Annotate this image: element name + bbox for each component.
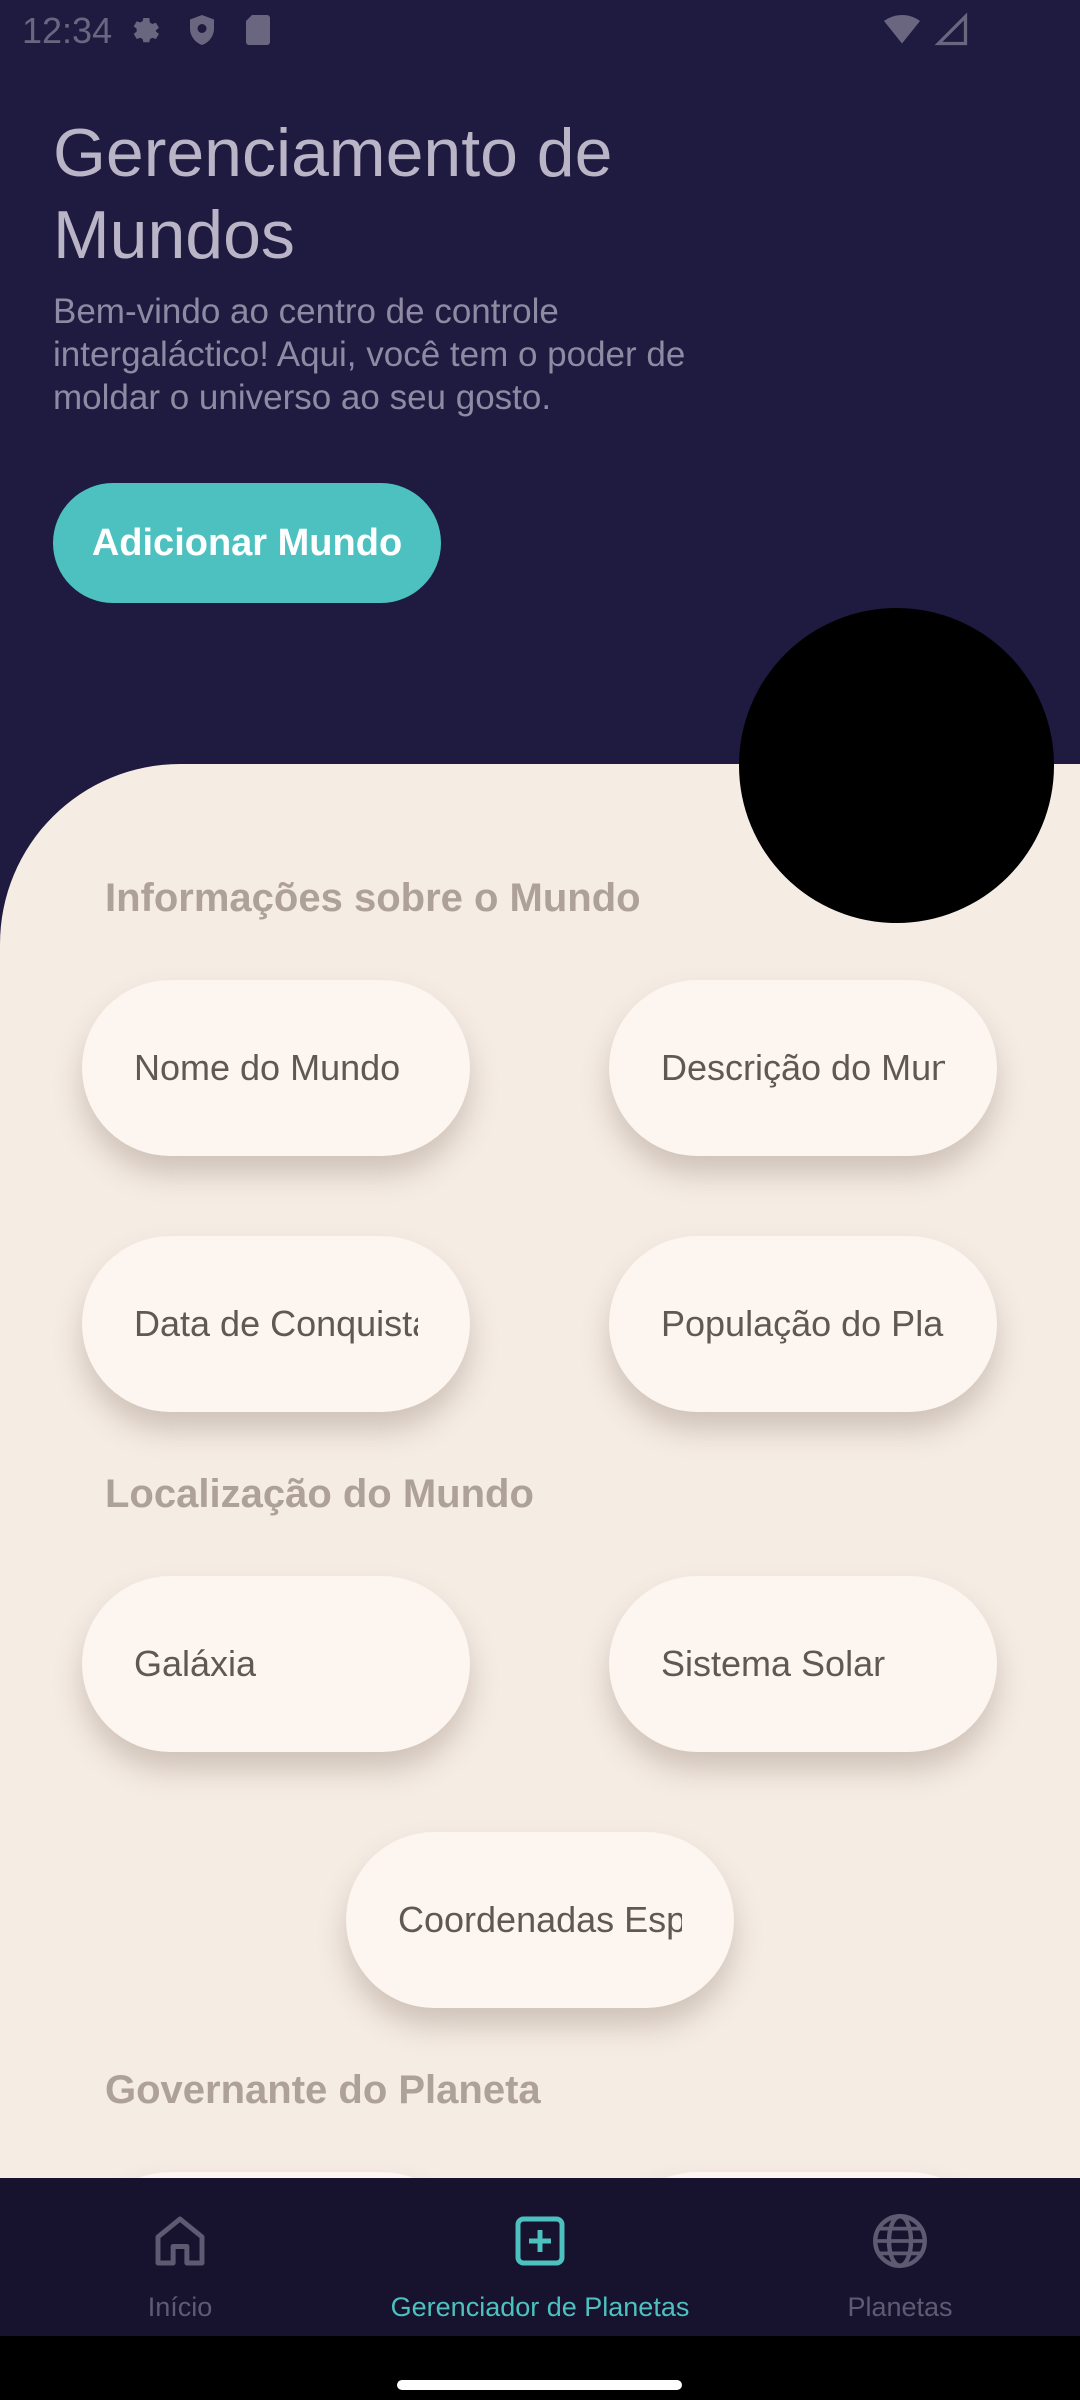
conquest-date-input[interactable]	[134, 1303, 418, 1345]
wifi-icon	[884, 12, 920, 48]
add-world-button[interactable]: Adicionar Mundo	[53, 483, 441, 603]
bottom-navigation: Início Gerenciador de Planetas Planetas	[0, 2178, 1080, 2336]
nav-label-manager: Gerenciador de Planetas	[390, 2292, 690, 2322]
section-title-info: Informações sobre o Mundo	[105, 876, 641, 920]
world-description-field[interactable]	[609, 980, 997, 1156]
gear-icon	[128, 12, 164, 48]
section-title-governor: Governante do Planeta	[105, 2068, 541, 2112]
app-screen: 12:34 Gerenciamento de Mundos Bem-vindo …	[0, 0, 1080, 2400]
home-icon	[147, 2208, 213, 2274]
status-bar: 12:34	[0, 0, 1080, 64]
galaxy-input[interactable]	[134, 1643, 418, 1685]
globe-icon	[867, 2208, 933, 2274]
page-title: Gerenciamento de Mundos	[53, 115, 613, 273]
gesture-area	[0, 2336, 1080, 2400]
world-description-input[interactable]	[661, 1047, 945, 1089]
solar-system-input[interactable]	[661, 1643, 945, 1685]
conquest-date-field[interactable]	[82, 1236, 470, 1412]
shield-icon	[184, 12, 220, 48]
nav-label-home: Início	[147, 2292, 213, 2322]
coordinates-input[interactable]	[398, 1899, 682, 1941]
nav-item-manager[interactable]: Gerenciador de Planetas	[360, 2178, 720, 2336]
form-panel: Informações sobre o Mundo Localização do…	[0, 764, 1080, 2348]
section-title-location: Localização do Mundo	[105, 1472, 534, 1516]
galaxy-field[interactable]	[82, 1576, 470, 1752]
add-box-icon	[507, 2208, 573, 2274]
decorative-circle	[739, 608, 1054, 923]
gesture-handle[interactable]	[397, 2380, 682, 2390]
population-input[interactable]	[661, 1303, 945, 1345]
signal-icon	[934, 12, 970, 48]
population-field[interactable]	[609, 1236, 997, 1412]
status-time: 12:34	[22, 10, 113, 51]
solar-system-field[interactable]	[609, 1576, 997, 1752]
nav-item-home[interactable]: Início	[0, 2178, 360, 2336]
nav-label-planets: Planetas	[847, 2292, 953, 2322]
world-name-input[interactable]	[134, 1047, 418, 1089]
sd-card-icon	[240, 12, 276, 48]
nav-item-planets[interactable]: Planetas	[720, 2178, 1080, 2336]
page-subtitle: Bem-vindo ao centro de controle intergal…	[53, 292, 686, 417]
world-name-field[interactable]	[82, 980, 470, 1156]
coordinates-field[interactable]	[346, 1832, 734, 2008]
